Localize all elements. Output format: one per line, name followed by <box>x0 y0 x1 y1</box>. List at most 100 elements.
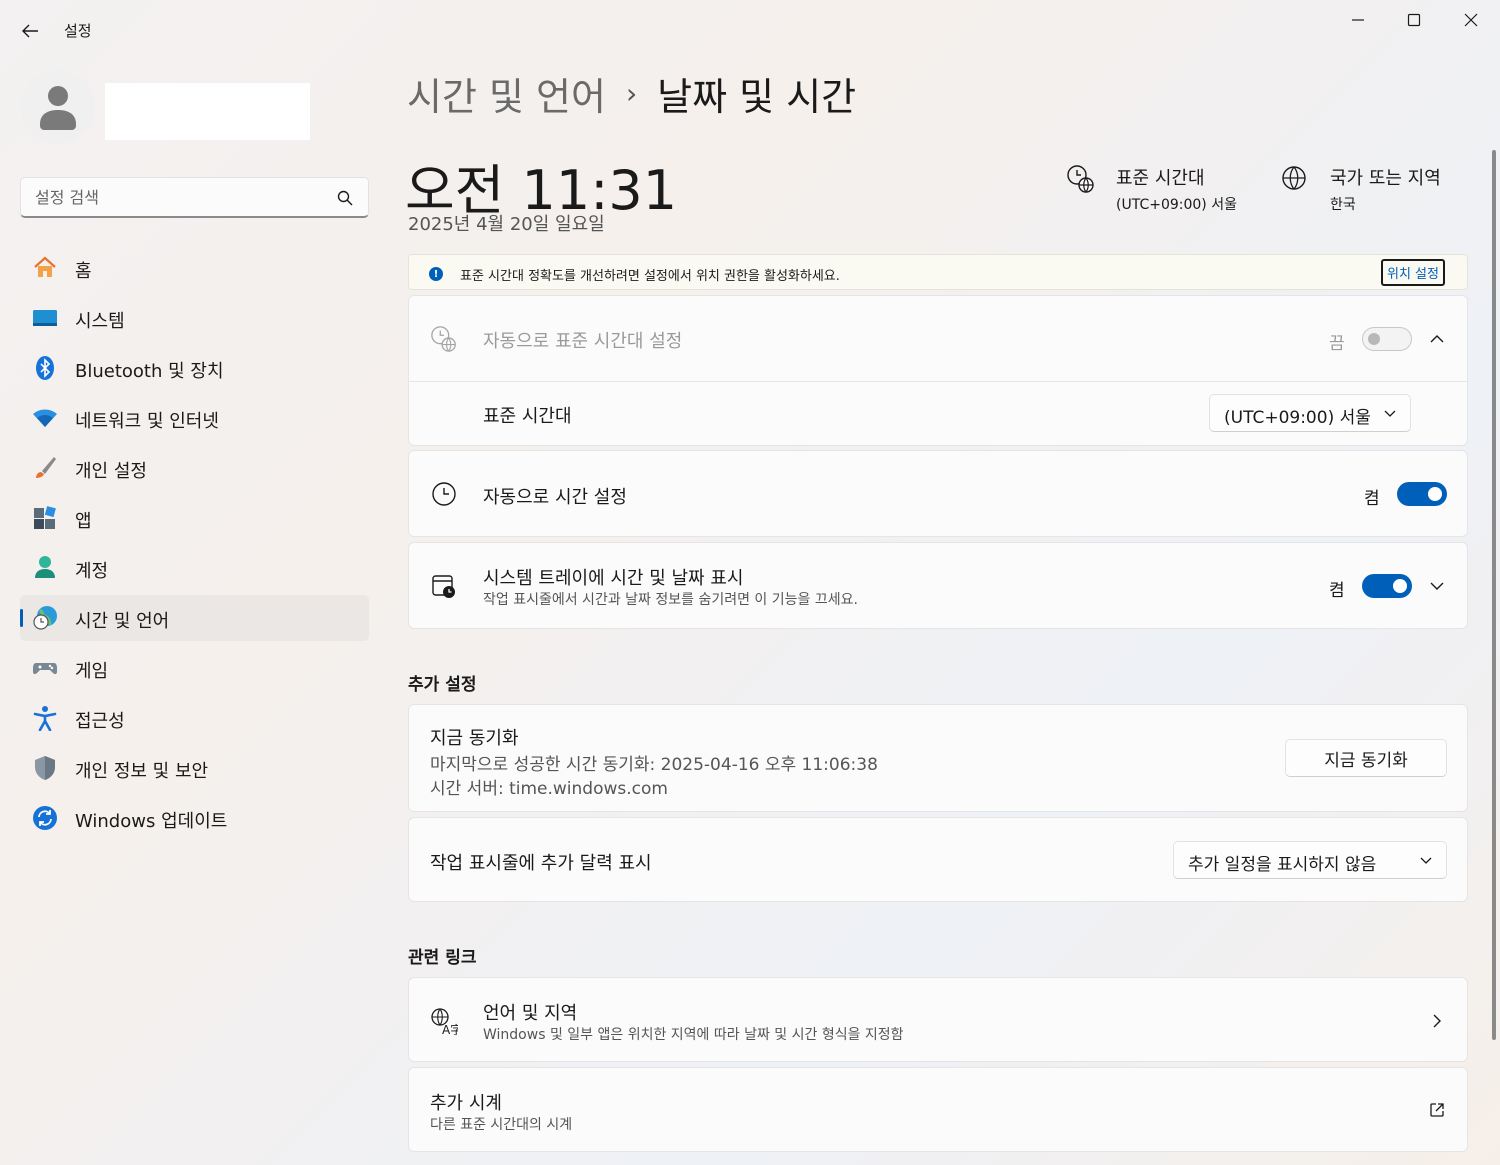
clock-icon <box>429 479 459 509</box>
sidebar-item-label: 앱 <box>75 511 92 532</box>
sidebar-item-label: 네트워크 및 인터넷 <box>75 411 219 432</box>
region-info: 국가 또는 지역 한국 <box>1280 164 1441 214</box>
avatar[interactable] <box>21 70 95 144</box>
auto-timezone-title: 자동으로 표준 시간대 설정 <box>483 331 683 352</box>
app-title: 설정 <box>64 22 92 40</box>
sidebar-item-bluetooth[interactable]: Bluetooth 및 장치 <box>20 345 369 391</box>
sidebar-item-network[interactable]: 네트워크 및 인터넷 <box>20 395 369 441</box>
time-language-icon <box>32 605 58 631</box>
search-box[interactable] <box>20 177 369 218</box>
additional-settings-heading: 추가 설정 <box>408 675 477 695</box>
chevron-up-icon[interactable] <box>1429 331 1445 347</box>
tray-time-toggle[interactable] <box>1362 574 1412 598</box>
title-bar: 설정 <box>0 0 1500 60</box>
search-input[interactable] <box>35 184 325 210</box>
sync-title: 지금 동기화 <box>430 728 519 749</box>
sidebar-item-gaming[interactable]: 게임 <box>20 645 369 691</box>
chevron-down-icon[interactable] <box>1429 578 1445 594</box>
minimize-icon <box>1352 19 1364 21</box>
sidebar-item-label: Windows 업데이트 <box>75 811 228 832</box>
tray-time-card: 시스템 트레이에 시간 및 날짜 표시 작업 표시줄에서 시간과 날짜 정보를 … <box>408 542 1468 629</box>
sidebar-item-home[interactable]: 홈 <box>20 245 369 291</box>
maximize-button[interactable] <box>1386 0 1442 40</box>
timezone-title: 표준 시간대 <box>1116 168 1205 189</box>
page-title: 날짜 및 시간 <box>657 74 857 119</box>
timezone-label: 표준 시간대 <box>483 406 572 427</box>
breadcrumb-separator: › <box>625 76 638 110</box>
auto-time-title: 자동으로 시간 설정 <box>483 487 627 508</box>
location-settings-link[interactable]: 위치 설정 <box>1381 259 1445 286</box>
wifi-icon <box>32 405 58 431</box>
gamepad-icon <box>32 655 58 681</box>
sidebar-item-system[interactable]: 시스템 <box>20 295 369 341</box>
accessibility-icon <box>32 705 58 731</box>
sync-server: 시간 서버: time.windows.com <box>430 779 668 799</box>
brush-icon <box>32 455 58 481</box>
calendar-title: 작업 표시줄에 추가 달력 표시 <box>430 853 652 874</box>
language-region-title: 언어 및 지역 <box>483 1003 578 1024</box>
sidebar-item-label: 시간 및 언어 <box>75 611 170 632</box>
sidebar-item-privacy[interactable]: 개인 정보 및 보안 <box>20 745 369 791</box>
sidebar-item-accounts[interactable]: 계정 <box>20 545 369 591</box>
calendar-dropdown[interactable]: 추가 일정을 표시하지 않음 <box>1173 841 1447 879</box>
sidebar-item-apps[interactable]: 앱 <box>20 495 369 541</box>
close-button[interactable] <box>1443 0 1499 40</box>
sidebar-item-accessibility[interactable]: 접근성 <box>20 695 369 741</box>
arrow-left-icon <box>22 24 38 38</box>
auto-timezone-card: 자동으로 표준 시간대 설정 끔 표준 시간대 (UTC+09:00) 서울 <box>408 295 1468 446</box>
system-icon <box>32 305 58 331</box>
person-icon <box>40 86 76 130</box>
auto-timezone-state: 끔 <box>1329 334 1345 354</box>
timezone-dropdown-value: (UTC+09:00) 서울 <box>1224 408 1371 428</box>
back-button[interactable] <box>14 16 46 46</box>
shield-icon <box>32 755 58 781</box>
chevron-down-icon <box>1384 410 1396 417</box>
sidebar-item-personalization[interactable]: 개인 설정 <box>20 445 369 491</box>
tray-time-state: 켬 <box>1329 581 1345 601</box>
sidebar-item-windows-update[interactable]: Windows 업데이트 <box>20 795 369 841</box>
region-value: 한국 <box>1330 197 1356 213</box>
home-icon <box>32 255 58 281</box>
region-title: 국가 또는 지역 <box>1330 168 1441 189</box>
sidebar-item-label: 시스템 <box>75 311 125 332</box>
language-icon: A字 <box>429 1006 459 1036</box>
sidebar-item-label: 홈 <box>75 261 92 282</box>
current-date: 2025년 4월 20일 일요일 <box>408 214 605 235</box>
sync-now-button[interactable]: 지금 동기화 <box>1285 739 1447 777</box>
additional-clocks-subtitle: 다른 표준 시간대의 시계 <box>430 1117 573 1133</box>
timezone-dropdown[interactable]: (UTC+09:00) 서울 <box>1209 394 1411 432</box>
sync-last: 마지막으로 성공한 시간 동기화: 2025-04-16 오후 11:06:38 <box>430 755 878 775</box>
globe-icon <box>1282 166 1306 190</box>
banner-text: 표준 시간대 정확도를 개선하려면 설정에서 위치 권한을 활성화하세요. <box>460 269 840 284</box>
minimize-button[interactable] <box>1330 0 1386 40</box>
auto-timezone-toggle[interactable] <box>1362 327 1412 351</box>
close-icon <box>1464 13 1478 27</box>
language-region-card[interactable]: A字 언어 및 지역 Windows 및 일부 앱은 위치한 지역에 따라 날짜… <box>408 977 1468 1062</box>
location-banner: ! 표준 시간대 정확도를 개선하려면 설정에서 위치 권한을 활성화하세요. … <box>408 254 1468 290</box>
calendar-card: 작업 표시줄에 추가 달력 표시 추가 일정을 표시하지 않음 <box>408 817 1468 902</box>
language-region-subtitle: Windows 및 일부 앱은 위치한 지역에 따라 날짜 및 시간 형식을 지… <box>483 1027 904 1043</box>
sidebar-item-label: 개인 설정 <box>75 461 147 482</box>
timezone-value: (UTC+09:00) 서울 <box>1116 197 1237 213</box>
sidebar-item-time-language[interactable]: 시간 및 언어 <box>20 595 369 641</box>
scrollbar[interactable] <box>1492 150 1496 1040</box>
search-icon[interactable] <box>336 189 354 207</box>
timezone-sync-icon <box>429 324 459 354</box>
breadcrumb-parent[interactable]: 시간 및 언어 <box>407 66 606 121</box>
bluetooth-icon <box>32 355 58 381</box>
update-icon <box>32 805 58 831</box>
username-redacted <box>105 83 310 140</box>
chevron-down-icon <box>1420 857 1432 864</box>
svg-text:A字: A字 <box>442 1022 458 1035</box>
account-icon <box>32 555 58 581</box>
clock-globe-icon <box>1067 165 1094 193</box>
auto-timezone-header[interactable]: 자동으로 표준 시간대 설정 끔 <box>409 296 1467 382</box>
auto-time-toggle[interactable] <box>1397 482 1447 506</box>
related-links-heading: 관련 링크 <box>408 948 477 968</box>
auto-time-state: 켬 <box>1364 489 1380 509</box>
sidebar-item-label: 접근성 <box>75 711 125 732</box>
additional-clocks-card[interactable]: 추가 시계 다른 표준 시간대의 시계 <box>408 1067 1468 1152</box>
calendar-clock-icon <box>429 571 459 601</box>
chevron-right-icon <box>1433 1014 1441 1028</box>
auto-time-card: 자동으로 시간 설정 켬 <box>408 450 1468 537</box>
